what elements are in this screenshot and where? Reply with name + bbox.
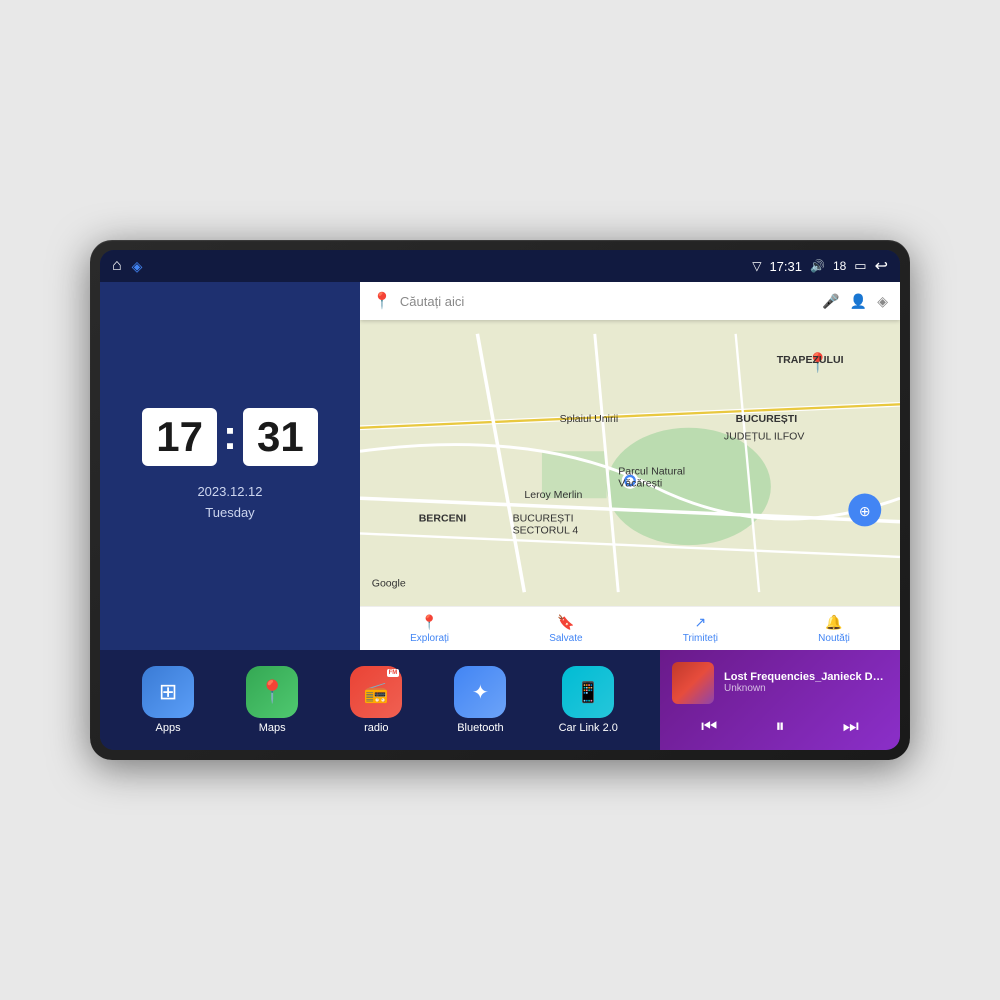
- status-bar-right: ▽ 17:31 🔊 18 ▭ ↩: [752, 256, 888, 276]
- bluetooth-label: Bluetooth: [457, 722, 503, 734]
- top-section: 17 : 31 2023.12.12 Tuesday 📍 Căutați aic…: [100, 282, 900, 650]
- map-search-icons: 🎤 👤 ◈: [822, 293, 888, 310]
- map-body[interactable]: 📍 TRAPEZULUI BUCUREȘTI JUDEȚUL ILFOV BER…: [360, 320, 900, 606]
- app-item-radio[interactable]: 📻 FM radio: [350, 666, 402, 734]
- radio-icon: 📻 FM: [350, 666, 402, 718]
- svg-text:JUDEȚUL ILFOV: JUDEȚUL ILFOV: [724, 431, 804, 443]
- device-frame: ⌂ ◈ ▽ 17:31 🔊 18 ▭ ↩ 17 :: [90, 240, 910, 760]
- svg-text:SECTORUL 4: SECTORUL 4: [513, 524, 579, 536]
- map-bottom-nav: 📍 Explorați 🔖 Salvate ↗ Trimiteți 🔔: [360, 606, 900, 650]
- music-title: Lost Frequencies_Janieck Devy-...: [724, 671, 888, 683]
- music-info: Lost Frequencies_Janieck Devy-... Unknow…: [672, 662, 888, 704]
- radio-label: radio: [364, 722, 388, 734]
- app-item-maps[interactable]: 📍 Maps: [246, 666, 298, 734]
- layers-icon[interactable]: ◈: [877, 293, 888, 310]
- carlink-label: Car Link 2.0: [559, 722, 618, 734]
- music-artist: Unknown: [724, 683, 888, 694]
- status-time: 17:31: [769, 259, 802, 274]
- play-pause-button[interactable]: ⏸: [767, 714, 792, 739]
- bluetooth-icon: ✦: [454, 666, 506, 718]
- battery-level: 18: [833, 259, 846, 273]
- svg-text:BERCENI: BERCENI: [419, 513, 467, 525]
- prev-button[interactable]: ⏮: [693, 714, 725, 739]
- saved-icon: 🔖: [557, 614, 574, 631]
- maps-app-icon: 📍: [246, 666, 298, 718]
- map-svg: 📍 TRAPEZULUI BUCUREȘTI JUDEȚUL ILFOV BER…: [360, 320, 900, 606]
- news-icon: 🔔: [825, 614, 842, 631]
- map-nav-news[interactable]: 🔔 Noutăți: [818, 614, 850, 644]
- apps-label: Apps: [156, 722, 181, 734]
- clock-date: 2023.12.12 Tuesday: [197, 482, 262, 524]
- svg-text:TRAPEZULUI: TRAPEZULUI: [777, 354, 844, 366]
- apps-icon: ⊞: [142, 666, 194, 718]
- send-icon: ↗: [694, 614, 706, 631]
- explore-icon: 📍: [421, 614, 438, 631]
- home-icon[interactable]: ⌂: [112, 257, 122, 275]
- screen: ⌂ ◈ ▽ 17:31 🔊 18 ▭ ↩ 17 :: [100, 250, 900, 750]
- bottom-section: ⊞ Apps 📍 Maps 📻 FM: [100, 650, 900, 750]
- map-nav-send[interactable]: ↗ Trimiteți: [683, 614, 718, 644]
- music-controls: ⏮ ⏸ ⏭: [672, 714, 888, 739]
- app-shortcuts: ⊞ Apps 📍 Maps 📻 FM: [100, 650, 660, 750]
- battery-icon: ▭: [854, 258, 866, 274]
- clock-hour: 17: [142, 408, 217, 466]
- svg-text:Văcărești: Văcărești: [618, 477, 662, 489]
- signal-icon: ▽: [752, 259, 761, 273]
- maps-icon[interactable]: ◈: [132, 258, 143, 275]
- volume-icon: 🔊: [810, 259, 825, 273]
- map-pin-icon: 📍: [372, 291, 392, 311]
- app-item-apps[interactable]: ⊞ Apps: [142, 666, 194, 734]
- music-text: Lost Frequencies_Janieck Devy-... Unknow…: [724, 671, 888, 694]
- maps-label: Maps: [259, 722, 286, 734]
- app-item-carlink[interactable]: 📱 Car Link 2.0: [559, 666, 618, 734]
- svg-text:BUCUREȘTI: BUCUREȘTI: [513, 513, 574, 525]
- clock-minute: 31: [243, 408, 318, 466]
- svg-text:Splaiul Unirii: Splaiul Unirii: [560, 413, 619, 425]
- map-nav-explore[interactable]: 📍 Explorați: [410, 614, 449, 644]
- back-icon[interactable]: ↩: [875, 256, 888, 276]
- svg-text:⊕: ⊕: [859, 503, 871, 519]
- svg-text:Parcul Natural: Parcul Natural: [618, 466, 685, 478]
- svg-text:Leroy Merlin: Leroy Merlin: [524, 489, 582, 501]
- music-player: Lost Frequencies_Janieck Devy-... Unknow…: [660, 650, 900, 750]
- next-button[interactable]: ⏭: [835, 714, 867, 739]
- map-widget[interactable]: 📍 Căutați aici 🎤 👤 ◈: [360, 282, 900, 650]
- music-thumb-image: [672, 662, 714, 704]
- map-search-bar[interactable]: 📍 Căutați aici 🎤 👤 ◈: [360, 282, 900, 320]
- status-bar: ⌂ ◈ ▽ 17:31 🔊 18 ▭ ↩: [100, 250, 900, 282]
- clock-widget: 17 : 31 2023.12.12 Tuesday: [100, 282, 360, 650]
- map-nav-saved[interactable]: 🔖 Salvate: [549, 614, 582, 644]
- mic-icon[interactable]: 🎤: [822, 293, 839, 310]
- status-bar-left: ⌂ ◈: [112, 257, 142, 275]
- svg-text:BUCUREȘTI: BUCUREȘTI: [736, 413, 798, 425]
- main-content: 17 : 31 2023.12.12 Tuesday 📍 Căutați aic…: [100, 282, 900, 750]
- music-thumbnail: [672, 662, 714, 704]
- svg-text:Google: Google: [372, 577, 406, 589]
- app-item-bluetooth[interactable]: ✦ Bluetooth: [454, 666, 506, 734]
- clock-display: 17 : 31: [142, 408, 317, 466]
- clock-colon: :: [223, 411, 237, 459]
- avatar-icon[interactable]: 👤: [850, 293, 867, 310]
- map-search-input[interactable]: Căutați aici: [400, 294, 814, 309]
- carlink-icon: 📱: [562, 666, 614, 718]
